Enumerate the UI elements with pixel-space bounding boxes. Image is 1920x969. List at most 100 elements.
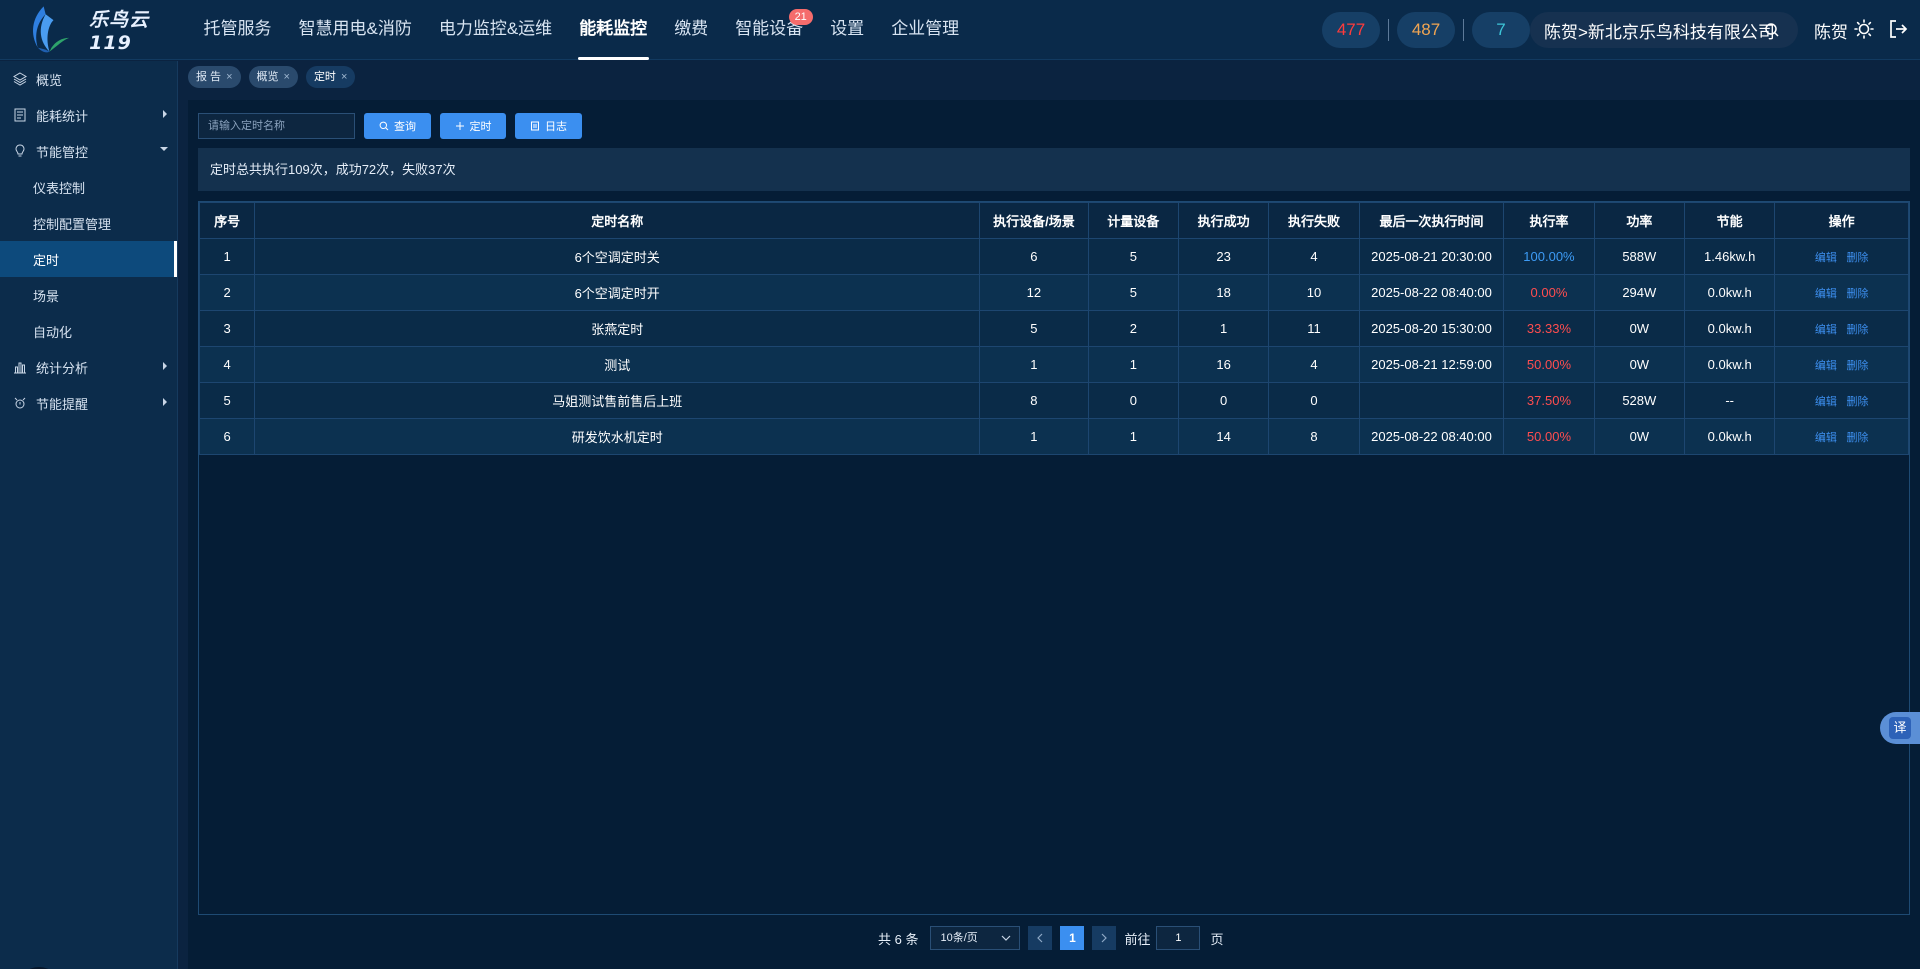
stat-teal-count[interactable]: 7 xyxy=(1472,12,1530,48)
pagination: 共 6 条 10条/页 1 前往 页 xyxy=(878,926,1224,950)
cell-saving: 0.0kw.h xyxy=(1683,418,1776,455)
cell-meters: 5 xyxy=(1087,238,1179,275)
delete-link[interactable]: 删除 xyxy=(1846,252,1868,264)
sidebar-item-energy-stats[interactable]: 能耗统计 xyxy=(0,97,177,133)
edit-link[interactable]: 编辑 xyxy=(1815,432,1837,444)
delete-link[interactable]: 删除 xyxy=(1846,288,1868,300)
cell-devices: 1 xyxy=(979,346,1089,383)
nav-item-settings[interactable]: 设置 xyxy=(817,0,878,60)
cell-actions: 编辑 删除 xyxy=(1774,238,1909,275)
delete-link[interactable]: 删除 xyxy=(1846,324,1868,336)
page-size-select[interactable]: 10条/页 xyxy=(930,926,1021,950)
cell-meters: 5 xyxy=(1087,274,1179,311)
bulb-icon xyxy=(15,144,25,157)
delete-link[interactable]: 删除 xyxy=(1846,396,1868,408)
edit-link[interactable]: 编辑 xyxy=(1815,252,1837,264)
cell-actions: 编辑 删除 xyxy=(1774,418,1909,455)
nav-item-payment[interactable]: 缴费 xyxy=(661,0,722,60)
cell-fail: 8 xyxy=(1268,418,1360,455)
logo[interactable]: 乐鸟云119 xyxy=(0,0,190,60)
translate-widget[interactable]: 译 xyxy=(1880,712,1920,744)
sidebar-item-automation[interactable]: 自动化 xyxy=(0,313,177,349)
next-page-button[interactable] xyxy=(1092,926,1117,950)
table-row: 5 马姐测试售前售后上班 8 0 0 0 37.50% 528W -- 编辑 删… xyxy=(198,382,1909,419)
edit-link[interactable]: 编辑 xyxy=(1815,360,1837,372)
sidebar-item-meter-control[interactable]: 仪表控制 xyxy=(0,169,177,205)
cell-success: 16 xyxy=(1177,346,1270,383)
close-icon[interactable]: × xyxy=(284,66,290,88)
table-header-row: 序号 定时名称 执行设备/场景 计量设备 执行成功 执行失败 最后一次执行时间 … xyxy=(198,202,1909,239)
sidebar-item-statistics[interactable]: 统计分析 xyxy=(0,349,177,385)
user-name[interactable]: 陈贺 xyxy=(1814,18,1848,43)
main-panel: 查询 定时 日志 定时总共执行109次，成功72次，失败37次 序号 定时名称 … xyxy=(188,100,1920,969)
close-icon[interactable]: × xyxy=(226,66,232,88)
nav-item-smart-devices[interactable]: 智能设备 21 xyxy=(722,0,817,60)
logout-icon[interactable] xyxy=(1888,19,1908,39)
search-icon[interactable] xyxy=(1764,22,1780,38)
tab-report[interactable]: 报 告 × xyxy=(188,66,241,88)
cell-timer-name: 马姐测试售前售后上班 xyxy=(254,382,981,419)
page-size-value: 10条/页 xyxy=(940,932,978,944)
cell-power: 294W xyxy=(1593,274,1686,311)
cell-timer-name: 研发饮水机定时 xyxy=(254,418,981,455)
sidebar-item-energy-control[interactable]: 节能管控 xyxy=(0,133,177,169)
cell-rate: 50.00% xyxy=(1503,346,1595,383)
theme-toggle-icon[interactable] xyxy=(1854,19,1874,39)
button-label: 查询 xyxy=(394,121,416,133)
caret-right-icon xyxy=(163,362,167,370)
cell-devices: 5 xyxy=(979,310,1089,347)
sidebar-item-overview[interactable]: 概览 xyxy=(0,61,177,97)
nav-item-smart-electricity[interactable]: 智慧用电&消防 xyxy=(285,0,425,60)
query-button[interactable]: 查询 xyxy=(364,113,431,139)
sidebar-item-label: 节能提醒 xyxy=(36,396,89,412)
cell-actions: 编辑 删除 xyxy=(1774,346,1909,383)
layers-icon xyxy=(13,72,27,86)
sidebar-item-scene[interactable]: 场景 xyxy=(0,277,177,313)
prev-page-button[interactable] xyxy=(1028,926,1053,950)
sidebar-item-label: 场景 xyxy=(33,288,60,304)
timer-name-search-input[interactable] xyxy=(198,113,355,139)
close-icon[interactable]: × xyxy=(341,66,347,88)
column-header: 最后一次执行时间 xyxy=(1358,202,1505,239)
cell-rate: 33.33% xyxy=(1503,310,1595,347)
cell-meters: 1 xyxy=(1087,346,1179,383)
nav-item-energy-monitoring[interactable]: 能耗监控 xyxy=(566,0,661,60)
cell-index: 5 xyxy=(198,382,256,419)
cell-meters: 0 xyxy=(1087,382,1179,419)
edit-link[interactable]: 编辑 xyxy=(1815,396,1837,408)
cell-saving: 0.0kw.h xyxy=(1683,310,1776,347)
cell-index: 1 xyxy=(198,238,256,275)
goto-page-input[interactable] xyxy=(1156,926,1201,950)
delete-link[interactable]: 删除 xyxy=(1846,432,1868,444)
add-timer-button[interactable]: 定时 xyxy=(440,113,506,139)
delete-link[interactable]: 删除 xyxy=(1846,360,1868,372)
column-header: 计量设备 xyxy=(1087,202,1179,239)
tab-overview[interactable]: 概览 × xyxy=(248,66,298,88)
tab-timer[interactable]: 定时 × xyxy=(305,66,356,88)
stat-divider xyxy=(1463,19,1464,41)
sidebar-item-energy-reminder[interactable]: 节能提醒 xyxy=(0,385,177,421)
stat-orange-count[interactable]: 487 xyxy=(1397,12,1455,48)
sidebar-item-label: 仪表控制 xyxy=(33,180,86,196)
nav-item-enterprise[interactable]: 企业管理 xyxy=(878,0,973,60)
sidebar-item-control-config[interactable]: 控制配置管理 xyxy=(0,205,177,241)
edit-link[interactable]: 编辑 xyxy=(1815,324,1837,336)
cell-success: 23 xyxy=(1177,238,1270,275)
org-selector[interactable]: 陈贺>新北京乐鸟科技有限公司 xyxy=(1530,12,1798,48)
sidebar-item-timer[interactable]: 定时 xyxy=(0,241,177,277)
nav-item-hosting[interactable]: 托管服务 xyxy=(190,0,285,60)
cell-rate: 37.50% xyxy=(1503,382,1595,419)
log-button[interactable]: 日志 xyxy=(515,113,582,139)
nav-item-power-monitoring[interactable]: 电力监控&运维 xyxy=(425,0,565,60)
cell-meters: 1 xyxy=(1087,418,1179,455)
column-header: 节能 xyxy=(1683,202,1776,239)
cell-fail: 10 xyxy=(1268,274,1360,311)
top-bar: 乐鸟云119 托管服务 智慧用电&消防 电力监控&运维 能耗监控 缴费 智能设备… xyxy=(0,0,1920,60)
column-header: 执行设备/场景 xyxy=(979,202,1089,239)
edit-link[interactable]: 编辑 xyxy=(1815,288,1837,300)
stat-red-count[interactable]: 477 xyxy=(1322,12,1380,48)
nav-label: 设置 xyxy=(830,18,865,38)
page-number-current[interactable]: 1 xyxy=(1060,926,1085,950)
tab-label: 概览 xyxy=(256,71,279,83)
cell-rate: 100.00% xyxy=(1503,238,1595,275)
